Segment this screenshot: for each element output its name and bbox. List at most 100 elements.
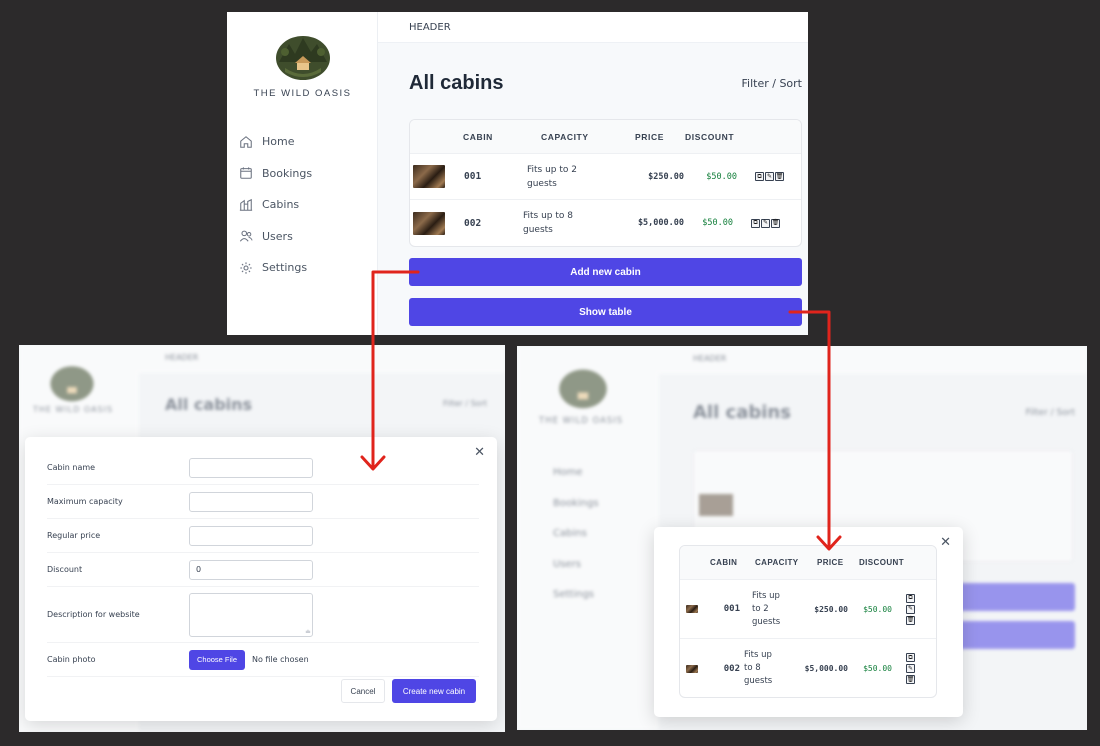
sidebar-item-label: Home bbox=[262, 135, 295, 149]
home-icon bbox=[240, 135, 252, 148]
duplicate-icon[interactable]: ⧉ bbox=[906, 593, 915, 603]
trash-icon[interactable]: 🗑 bbox=[771, 218, 780, 228]
edit-icon[interactable]: ✎ bbox=[761, 218, 770, 228]
no-file-label: No file chosen bbox=[252, 655, 309, 664]
duplicate-icon[interactable]: ⧉ bbox=[906, 653, 915, 662]
col-capacity: CAPACITY bbox=[541, 131, 589, 142]
duplicate-icon[interactable]: ⧉ bbox=[755, 172, 764, 181]
show-table-button[interactable]: Show table bbox=[409, 298, 802, 326]
create-cabin-modal: ✕ Cabin name Maximum capacity Regular pr… bbox=[25, 437, 497, 721]
trash-icon[interactable]: 🗑 bbox=[906, 675, 915, 684]
form-row-photo: Cabin photo Choose File No file chosen bbox=[47, 643, 479, 677]
header-label-blurred: HEADER bbox=[165, 353, 199, 362]
cabin-capacity: Fits up to 2 guests bbox=[752, 590, 781, 627]
building-icon bbox=[239, 198, 253, 211]
row-actions: ⧉ ✎ 🗑 bbox=[906, 593, 915, 625]
logo: THE WILD OASIS bbox=[227, 32, 378, 99]
table-modal: ✕ CABIN CAPACITY PRICE DISCOUNT 001 Fits… bbox=[654, 527, 963, 717]
description-textarea[interactable]: ≐ bbox=[189, 592, 313, 637]
logo-image-blurred bbox=[50, 366, 94, 402]
logo-title: THE WILD OASIS bbox=[253, 88, 352, 99]
col-cabin: CABIN bbox=[463, 131, 493, 142]
create-cabin-screenshot: THE WILD OASIS HEADER All cabins Filter … bbox=[19, 345, 505, 732]
cabin-capacity: Fits up to 8 guests bbox=[744, 650, 773, 686]
users-icon bbox=[239, 230, 253, 242]
col-discount: DISCOUNT bbox=[685, 131, 735, 142]
show-table-screenshot: THE WILD OASIS HEADER Home Bookings Cabi… bbox=[517, 346, 1087, 730]
sidebar-item-label: Settings bbox=[262, 261, 308, 275]
modal-cabins-table: CABIN CAPACITY PRICE DISCOUNT 001 Fits u… bbox=[679, 545, 937, 698]
create-new-cabin-button[interactable]: Create new cabin bbox=[392, 679, 476, 703]
form-row-name: Cabin name bbox=[47, 451, 479, 485]
label-cabin-name: Cabin name bbox=[47, 463, 96, 472]
sidebar: THE WILD OASIS Home Bookings Cabins User… bbox=[227, 12, 378, 335]
sidebar-item-settings[interactable]: Settings bbox=[239, 252, 312, 284]
cabin-thumbnail bbox=[686, 664, 698, 673]
trash-icon[interactable]: 🗑 bbox=[906, 615, 915, 625]
logo-image bbox=[275, 36, 330, 80]
regular-price-input[interactable] bbox=[189, 525, 313, 546]
max-capacity-input[interactable] bbox=[189, 491, 313, 512]
label-cabin-photo: Cabin photo bbox=[47, 655, 96, 664]
resize-handle-icon[interactable]: ≐ bbox=[305, 628, 311, 636]
edit-icon[interactable]: ✎ bbox=[765, 172, 774, 181]
col-price: PRICE bbox=[817, 558, 844, 567]
header-label: HEADER bbox=[409, 22, 451, 33]
logo-title-blurred: THE WILD OASIS bbox=[539, 416, 624, 426]
add-new-cabin-button[interactable]: Add new cabin bbox=[409, 258, 802, 286]
cabin-discount: $50.00 bbox=[863, 664, 892, 673]
label-max-capacity: Maximum capacity bbox=[47, 497, 123, 506]
table-row: 002 Fits up to 8 guests $5,000.00 $50.00… bbox=[410, 200, 801, 246]
page-title: All cabins bbox=[409, 72, 504, 94]
sidebar-item-label: Cabins bbox=[262, 198, 300, 212]
cabin-name-input[interactable] bbox=[189, 457, 313, 478]
filter-sort-blurred: Filter / Sort bbox=[443, 399, 487, 408]
cabin-form: Cabin name Maximum capacity Regular pric… bbox=[47, 451, 479, 677]
cabin-id: 001 bbox=[723, 604, 740, 614]
trash-icon[interactable]: 🗑 bbox=[775, 172, 784, 181]
label-regular-price: Regular price bbox=[47, 531, 101, 540]
edit-icon[interactable]: ✎ bbox=[906, 664, 915, 673]
cancel-button[interactable]: Cancel bbox=[341, 679, 385, 703]
cabin-thumbnail bbox=[413, 165, 445, 188]
col-discount: DISCOUNT bbox=[859, 558, 904, 567]
discount-input[interactable]: 0 bbox=[189, 559, 313, 580]
cabin-id: 002 bbox=[723, 663, 740, 674]
row-actions: ⧉ ✎ 🗑 bbox=[755, 172, 784, 181]
calendar-icon bbox=[240, 167, 252, 180]
sidebar-item-home[interactable]: Home bbox=[239, 126, 312, 158]
edit-icon[interactable]: ✎ bbox=[906, 604, 915, 614]
main-screenshot: THE WILD OASIS Home Bookings Cabins User… bbox=[227, 12, 808, 335]
col-price: PRICE bbox=[635, 131, 664, 142]
table-row: 002 Fits up to 8 guests $5,000.00 $50.00… bbox=[680, 639, 936, 697]
duplicate-icon[interactable]: ⧉ bbox=[751, 218, 760, 228]
col-capacity: CAPACITY bbox=[755, 558, 799, 567]
sidebar-item-label: Users bbox=[262, 229, 293, 243]
gear-icon bbox=[240, 262, 252, 274]
cabin-thumbnail bbox=[686, 605, 698, 613]
form-row-description: Description for website ≐ bbox=[47, 587, 479, 643]
page-title-blurred: All cabins bbox=[165, 395, 253, 414]
choose-file-button[interactable]: Choose File bbox=[189, 649, 245, 670]
main-area: HEADER All cabins Filter / Sort CABIN CA… bbox=[378, 12, 808, 335]
filter-sort-link[interactable]: Filter / Sort bbox=[742, 77, 803, 90]
close-icon[interactable]: ✕ bbox=[940, 535, 951, 550]
add-button-blurred bbox=[947, 583, 1075, 611]
cabin-price: $5,000.00 bbox=[637, 218, 684, 228]
table-header: CABIN CAPACITY PRICE DISCOUNT bbox=[410, 120, 801, 154]
cabin-price: $5,000.00 bbox=[804, 664, 848, 673]
label-discount: Discount bbox=[47, 565, 83, 574]
cabin-id: 001 bbox=[464, 171, 482, 182]
filter-sort-blurred: Filter / Sort bbox=[1025, 408, 1076, 418]
cabin-discount: $50.00 bbox=[706, 171, 737, 182]
sidebar-item-users[interactable]: Users bbox=[239, 221, 312, 253]
cabins-table: CABIN CAPACITY PRICE DISCOUNT 001 Fits u… bbox=[409, 119, 802, 247]
row-actions: ⧉ ✎ 🗑 bbox=[751, 218, 780, 228]
form-row-price: Regular price bbox=[47, 519, 479, 553]
sidebar-item-cabins[interactable]: Cabins bbox=[239, 189, 312, 221]
table-row: 001 Fits up to 2 guests $250.00 $50.00 ⧉… bbox=[680, 580, 936, 639]
cabin-thumbnail bbox=[413, 211, 445, 235]
sidebar-item-bookings[interactable]: Bookings bbox=[239, 158, 312, 190]
form-row-capacity: Maximum capacity bbox=[47, 485, 479, 519]
label-description: Description for website bbox=[47, 610, 140, 619]
